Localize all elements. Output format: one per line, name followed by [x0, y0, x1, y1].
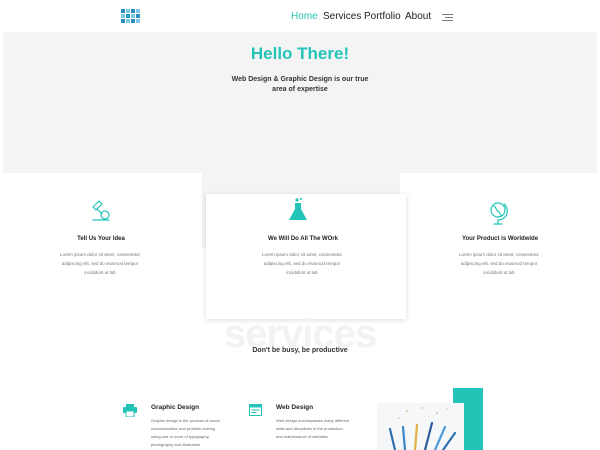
- logo[interactable]: [121, 9, 140, 23]
- feature-text: Lorem ipsum dolor sit amet, consectetur a…: [458, 252, 540, 275]
- lamp-icon: [92, 200, 110, 221]
- feature-title: We Will Do All The WOrk: [268, 236, 338, 242]
- service-title: Web Design: [276, 404, 314, 411]
- feature-text: Lorem ipsum dolor sit amet, consectetur a…: [59, 252, 141, 275]
- feature-text: Lorem ipsum dolor sit amet, consectetur a…: [261, 252, 343, 275]
- hamburger-icon[interactable]: [442, 14, 453, 23]
- service-text: Web design encompasses many different ski…: [276, 418, 350, 439]
- nav-services[interactable]: Services: [323, 11, 361, 22]
- nav-about[interactable]: About: [405, 11, 431, 22]
- browser-icon: [249, 404, 262, 416]
- feature-title: Your Product is Worldwide: [461, 236, 539, 242]
- hero-subtitle: Web Design & Graphic Design is our true …: [231, 76, 369, 93]
- nav-portfolio[interactable]: Portfolio: [364, 11, 401, 22]
- nav-home[interactable]: Home: [291, 11, 318, 22]
- service-text: Graphic design is the process of visual c…: [151, 418, 220, 447]
- hero-title: Hello There!: [250, 44, 350, 63]
- printer-icon: [123, 404, 137, 417]
- globe-icon: [490, 202, 508, 225]
- pencils-image: [377, 403, 464, 450]
- feature-title: Tell Us Your Idea: [77, 236, 125, 242]
- flask-icon: [289, 197, 307, 220]
- services-tagline: Don't be busy, be productive: [252, 347, 348, 354]
- top-navbar: Home Services Portfolio About: [0, 0, 600, 32]
- service-title: Graphic Design: [151, 404, 200, 411]
